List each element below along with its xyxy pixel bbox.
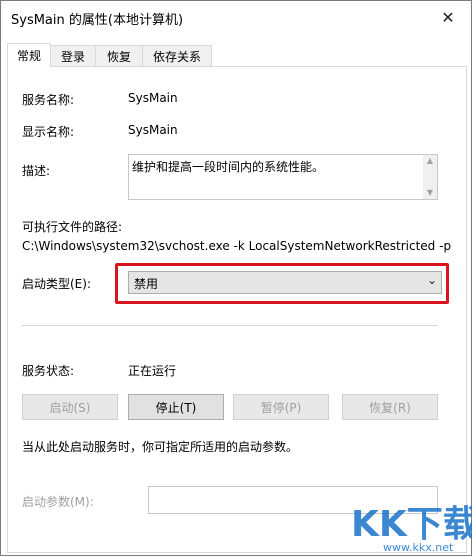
watermark-url: www.kkx.net (383, 541, 454, 554)
watermark-text: KK下载 (351, 504, 472, 545)
exe-path-label: 可执行文件的路径: (22, 220, 123, 234)
watermark-logo: KK下载 www.kkx.net (351, 495, 472, 557)
start-button[interactable]: 启动(S) (22, 394, 118, 420)
scroll-up-icon[interactable]: ▲ (423, 155, 437, 167)
display-name-value: SysMain (128, 123, 178, 137)
tab-dependencies[interactable]: 依存关系 (142, 45, 212, 66)
tab-logon[interactable]: 登录 (50, 45, 96, 66)
description-text: 维护和提高一段时间内的系统性能。 (132, 160, 325, 174)
window-title: SysMain 的属性(本地计算机) (11, 13, 184, 28)
highlight-box (115, 263, 449, 304)
scroll-down-icon[interactable]: ▼ (423, 187, 437, 199)
general-panel: 服务名称: SysMain 显示名称: SysMain 描述: 维护和提高一段时… (7, 66, 467, 553)
startup-type-label: 启动类型(E): (22, 277, 91, 291)
close-icon[interactable]: ✕ (425, 1, 471, 33)
tab-strip: 常规 登录 恢复 依存关系 (7, 43, 467, 67)
tab-general[interactable]: 常规 (7, 43, 51, 67)
service-status-value: 正在运行 (128, 364, 177, 378)
title-bar[interactable]: SysMain 的属性(本地计算机) ✕ (1, 1, 471, 33)
description-field[interactable]: 维护和提高一段时间内的系统性能。 ▲ ▼ (128, 154, 438, 200)
tab-recovery[interactable]: 恢复 (95, 45, 143, 66)
resume-button[interactable]: 恢复(R) (342, 394, 438, 420)
service-name-value: SysMain (128, 91, 178, 105)
start-params-hint: 当从此处启动服务时，你可指定所适用的启动参数。 (22, 440, 299, 454)
exe-path-value: C:\Windows\system32\svchost.exe -k Local… (22, 239, 452, 253)
display-name-label: 显示名称: (22, 125, 75, 139)
description-label: 描述: (22, 164, 51, 178)
service-status-label: 服务状态: (22, 364, 75, 378)
description-scrollbar[interactable]: ▲ ▼ (423, 155, 437, 199)
service-name-label: 服务名称: (22, 93, 75, 107)
divider (22, 325, 438, 326)
properties-dialog: SysMain 的属性(本地计算机) ✕ 常规 登录 恢复 依存关系 服务名称:… (0, 0, 472, 556)
stop-button[interactable]: 停止(T) (128, 394, 224, 420)
pause-button[interactable]: 暂停(P) (233, 394, 329, 420)
start-params-label: 启动参数(M): (22, 495, 94, 509)
